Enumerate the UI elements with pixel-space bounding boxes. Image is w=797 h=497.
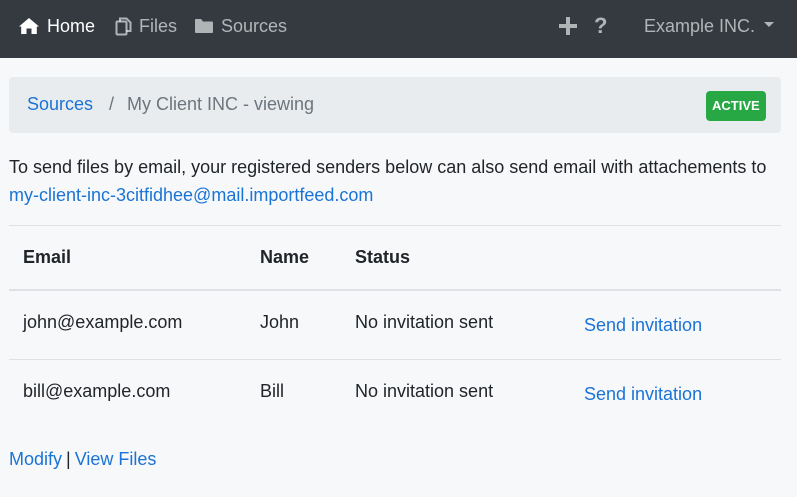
caret-down-icon — [764, 21, 775, 27]
sender-status: No invitation sent — [355, 312, 494, 332]
table-row: bill@example.com Bill No invitation sent… — [9, 360, 781, 428]
column-header-email: Email — [23, 247, 72, 267]
view-files-link[interactable]: View Files — [75, 449, 157, 469]
status-badge: ACTIVE — [706, 91, 766, 121]
send-invitation-link[interactable]: Send invitation — [584, 315, 702, 336]
sender-name: John — [260, 312, 300, 332]
intro-description: To send files by email, your registered … — [9, 157, 767, 177]
breadcrumb-separator: / — [109, 94, 115, 114]
folder-icon — [195, 19, 213, 33]
link-separator: | — [66, 449, 71, 469]
table-header-row: Email Name Status — [9, 225, 781, 291]
account-label: Example INC. — [644, 16, 756, 36]
sender-email: john@example.com — [23, 312, 183, 332]
nav-files-label: Files — [139, 16, 178, 36]
import-email-link[interactable]: my-client-inc-3citfidhee@mail.importfeed… — [9, 185, 373, 205]
account-dropdown[interactable]: Example INC. — [644, 0, 775, 52]
sender-name: Bill — [260, 381, 285, 401]
nav-home-label: Home — [47, 16, 96, 36]
breadcrumb-current: My Client INC - viewing — [127, 94, 315, 114]
sender-status: No invitation sent — [355, 381, 494, 401]
help-icon: ? — [594, 13, 608, 38]
senders-table: Email Name Status john@example.com John … — [9, 225, 781, 428]
column-header-name: Name — [260, 247, 310, 267]
plus-icon — [559, 17, 577, 35]
footer-links: Modify | View Files — [9, 449, 156, 470]
nav-home[interactable]: Home — [18, 0, 95, 52]
breadcrumb: Sources / My Client INC - viewing ACTIVE — [9, 77, 781, 133]
nav-files[interactable]: Files — [115, 0, 177, 52]
modify-link[interactable]: Modify — [9, 449, 62, 469]
intro-text: To send files by email, your registered … — [9, 153, 789, 209]
nav-sources-label: Sources — [221, 16, 288, 36]
column-header-status: Status — [355, 247, 411, 267]
nav-sources[interactable]: Sources — [194, 0, 287, 52]
add-button[interactable] — [559, 0, 584, 52]
breadcrumb-sources-link[interactable]: Sources — [27, 94, 93, 115]
send-invitation-link[interactable]: Send invitation — [584, 384, 702, 405]
top-navbar: Home Files Sources ? Example INC. — [0, 0, 797, 58]
home-icon — [19, 18, 39, 34]
table-row: john@example.com John No invitation sent… — [9, 291, 781, 360]
files-icon — [115, 17, 132, 35]
help-button[interactable]: ? — [594, 0, 607, 52]
sender-email: bill@example.com — [23, 381, 171, 401]
